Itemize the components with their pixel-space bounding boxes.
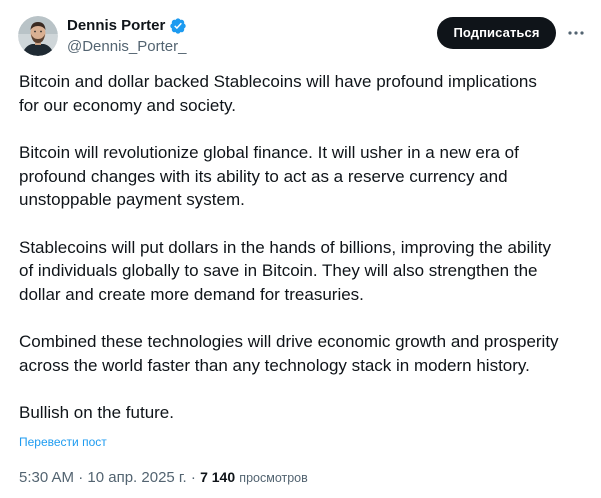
- translate-post-link[interactable]: Перевести пост: [19, 434, 107, 450]
- tweet-meta: 5:30 AM · 10 апр. 2025 г. · 7 140 просмо…: [19, 467, 308, 488]
- more-options-button[interactable]: [563, 20, 589, 46]
- views-label: просмотров: [239, 471, 308, 485]
- meta-separator: ·: [78, 469, 84, 486]
- author-display-name[interactable]: Dennis Porter: [67, 16, 165, 36]
- avatar-image: [18, 16, 58, 56]
- tweet-card: Dennis Porter @Dennis_Porter_ Подписатьс…: [0, 0, 601, 498]
- tweet-paragraph: Bullish on the future.: [19, 403, 174, 422]
- more-horizontal-icon: [568, 31, 584, 35]
- author-name-row: Dennis Porter: [67, 16, 187, 36]
- views-count[interactable]: 7 140: [200, 469, 235, 485]
- verified-badge-icon[interactable]: [169, 17, 187, 35]
- tweet-paragraph: Stablecoins will put dollars in the hand…: [19, 237, 552, 304]
- avatar[interactable]: [18, 16, 58, 56]
- tweet-paragraph: Combined these technologies will drive e…: [19, 332, 559, 375]
- meta-separator: ·: [190, 469, 196, 486]
- tweet-date[interactable]: 10 апр. 2025 г.: [87, 469, 186, 486]
- tweet-time[interactable]: 5:30 AM: [19, 469, 74, 486]
- tweet-paragraph: Bitcoin and dollar backed Stablecoins wi…: [19, 72, 537, 115]
- subscribe-button[interactable]: Подписаться: [437, 17, 556, 49]
- tweet-text: Bitcoin and dollar backed Stablecoins wi…: [19, 70, 589, 425]
- author-handle[interactable]: @Dennis_Porter_: [67, 37, 186, 57]
- tweet-paragraph: Bitcoin will revolutionize global financ…: [19, 143, 519, 209]
